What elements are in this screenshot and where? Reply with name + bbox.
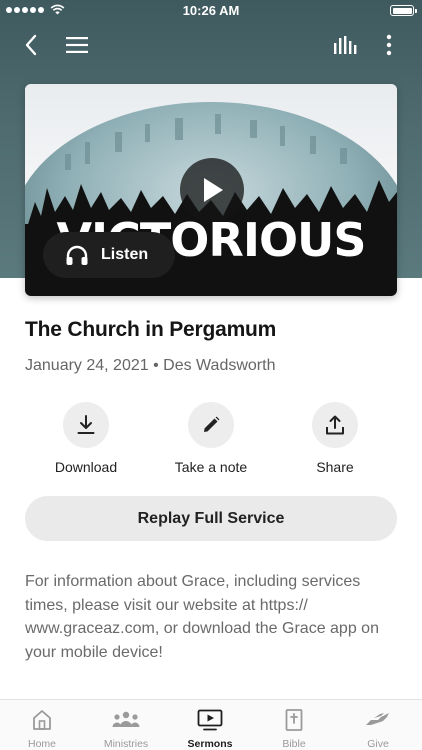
share-circle[interactable] [312, 402, 358, 448]
play-icon [204, 178, 223, 202]
sermon-meta: January 24, 2021 • Des Wadsworth [25, 357, 276, 374]
tab-bible[interactable]: Bible [252, 708, 336, 750]
share-icon [326, 415, 344, 435]
battery-icon [390, 5, 417, 16]
sermon-actions: Download Take a note Share [0, 402, 422, 482]
listen-button[interactable]: Listen [43, 232, 175, 278]
take-note-button[interactable]: Take a note [156, 402, 266, 475]
chevron-left-icon [25, 34, 37, 56]
take-note-label: Take a note [174, 459, 248, 475]
back-button[interactable] [14, 28, 48, 62]
tab-bar: Home Ministries Sermons Bible Give [0, 699, 422, 750]
info-text: For information about Grace, including s… [25, 573, 379, 661]
tab-give-label: Give [367, 738, 389, 750]
tv-play-icon [197, 709, 223, 731]
share-label: Share [316, 459, 354, 475]
tab-sermons-label: Sermons [187, 738, 233, 750]
tab-ministries[interactable]: Ministries [84, 708, 168, 750]
sermon-artwork-card: VICTORIOUS Listen [25, 84, 397, 296]
home-icon [33, 710, 51, 730]
sermon-title: The Church in Pergamum [25, 318, 277, 341]
bible-icon [285, 709, 303, 731]
audio-levels-button[interactable] [328, 28, 362, 62]
tab-home[interactable]: Home [0, 708, 84, 750]
group-icon [112, 711, 140, 727]
more-options-button[interactable] [372, 28, 406, 62]
download-label: Download [54, 459, 118, 475]
giving-hand-icon [366, 713, 389, 725]
replay-full-service-button[interactable]: Replay Full Service [25, 496, 397, 541]
download-button[interactable]: Download [31, 402, 141, 475]
tab-sermons[interactable]: Sermons [168, 708, 252, 750]
nav-bar [0, 24, 422, 64]
tab-give[interactable]: Give [336, 708, 420, 750]
take-note-circle[interactable] [188, 402, 234, 448]
more-vertical-icon [386, 34, 392, 56]
tab-bible-label: Bible [282, 738, 306, 750]
download-circle[interactable] [63, 402, 109, 448]
menu-button[interactable] [60, 28, 94, 62]
status-time: 10:26 AM [182, 3, 240, 18]
play-button[interactable] [180, 158, 244, 222]
status-bar: 10:26 AM [0, 0, 422, 22]
tab-home-label: Home [27, 738, 56, 750]
listen-label: Listen [101, 246, 149, 263]
tab-ministries-label: Ministries [103, 738, 149, 750]
headphones-icon [66, 245, 88, 265]
share-button[interactable]: Share [280, 402, 390, 475]
download-icon [77, 415, 95, 434]
hamburger-icon [66, 37, 88, 53]
pencil-icon [204, 416, 220, 432]
equalizer-icon [334, 36, 357, 54]
